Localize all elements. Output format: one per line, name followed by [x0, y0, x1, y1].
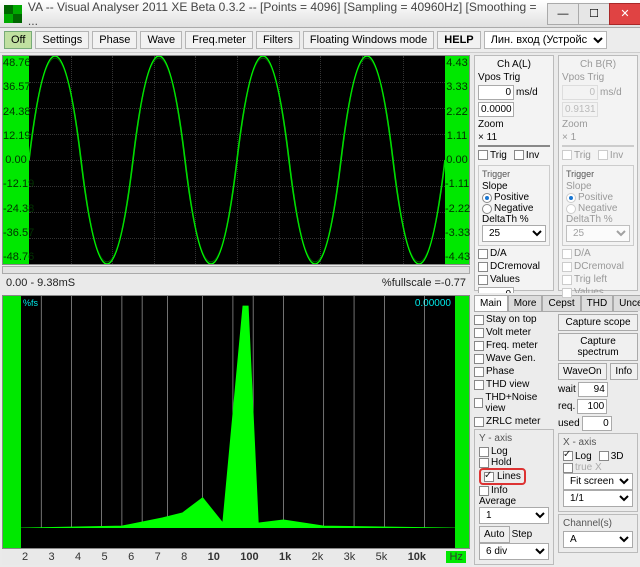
- cha-inv-check[interactable]: [514, 150, 524, 160]
- info-button[interactable]: Info: [610, 363, 638, 380]
- cha-zoom-slider[interactable]: [478, 145, 550, 147]
- scope-canvas[interactable]: [29, 56, 445, 264]
- xaxis-ratio[interactable]: 1/1: [563, 490, 633, 507]
- chb-trig-check: [562, 150, 572, 160]
- spectrum-analyzer: %fs 0.00000: [2, 295, 470, 549]
- tab-thd[interactable]: THD: [581, 295, 614, 311]
- encoding-select[interactable]: Лин. вход (Устройс: [484, 31, 607, 49]
- chk-phase[interactable]: [474, 367, 484, 377]
- spectrum-canvas[interactable]: %fs 0.00000: [21, 296, 455, 548]
- capture-scope-button[interactable]: Capture scope: [558, 314, 638, 331]
- spectrum-left-scale: [3, 296, 21, 548]
- cha-slope-pos[interactable]: [482, 193, 492, 203]
- right-panel: Main More Cepst THD Uncert Stay on top V…: [472, 293, 640, 567]
- yaxis-step[interactable]: 6 div: [479, 543, 549, 560]
- chb-title: Ch B(R): [562, 59, 634, 70]
- chk-freqmeter[interactable]: [474, 341, 484, 351]
- minimize-button[interactable]: —: [547, 3, 579, 25]
- settings-button[interactable]: Settings: [35, 31, 89, 49]
- used-display: [582, 416, 612, 431]
- cha-da[interactable]: [478, 249, 488, 259]
- cha-values[interactable]: [478, 275, 488, 285]
- wave-button[interactable]: Wave: [140, 31, 182, 49]
- chb-slope-pos: [566, 193, 576, 203]
- chk-zrlc[interactable]: [474, 417, 484, 427]
- scope-time-range: 0.00 - 9.38mS: [6, 277, 75, 289]
- yaxis-auto[interactable]: Auto: [479, 526, 510, 543]
- yaxis-lines[interactable]: [484, 472, 494, 482]
- chb-deltathx: 25: [566, 225, 630, 242]
- help-button[interactable]: HELP: [437, 31, 480, 49]
- floating-button[interactable]: Floating Windows mode: [303, 31, 434, 49]
- scope-chB-scale: 4.433.332.221.110.00-1.11-2.22-3.33-4.43: [445, 56, 469, 264]
- xaxis-fit[interactable]: Fit screen: [563, 473, 633, 490]
- spectrum-right-scale: [455, 296, 469, 548]
- cha-msd[interactable]: 0: [478, 85, 514, 100]
- maximize-button[interactable]: ☐: [578, 3, 610, 25]
- chk-voltmeter[interactable]: [474, 328, 484, 338]
- xaxis-3d[interactable]: [599, 451, 609, 461]
- cha-title: Ch A(L): [478, 59, 550, 70]
- tab-more[interactable]: More: [508, 295, 543, 311]
- channels-group: Channel(s) A: [558, 514, 638, 553]
- xaxis-truex[interactable]: [563, 463, 573, 473]
- close-button[interactable]: ✕: [609, 3, 640, 25]
- freqmeter-button[interactable]: Freq.meter: [185, 31, 253, 49]
- chb-slope-neg: [566, 204, 576, 214]
- chb-inv-check: [598, 150, 608, 160]
- channels-select[interactable]: A: [563, 531, 633, 548]
- filters-button[interactable]: Filters: [256, 31, 300, 49]
- tabs: Main More Cepst THD Uncert: [474, 295, 638, 312]
- yaxis-log[interactable]: [479, 447, 489, 457]
- scope-chA-scale: 48.7636.5724.3812.190.00-12.19-24.38-36.…: [3, 56, 29, 264]
- cha-dcremoval[interactable]: [478, 262, 488, 272]
- tab-main[interactable]: Main: [474, 295, 508, 311]
- chk-stayontop[interactable]: [474, 315, 484, 325]
- req-input[interactable]: [577, 399, 607, 414]
- off-button[interactable]: Off: [4, 31, 32, 49]
- titlebar: VA -- Visual Analyser 2011 XE Beta 0.3.2…: [0, 0, 640, 28]
- xaxis-log[interactable]: [563, 451, 573, 461]
- app-icon: [4, 5, 22, 23]
- channel-b-panel: Ch B(R) Vpos Trig 0ms/d 0.9131 Zoom × 1 …: [558, 55, 638, 291]
- yaxis-group: Y - axis Log Hold Lines Info Average 1 A…: [474, 429, 554, 565]
- toolbar: Off Settings Phase Wave Freq.meter Filte…: [0, 28, 640, 53]
- oscilloscope: 48.7636.5724.3812.190.00-12.19-24.38-36.…: [2, 55, 470, 265]
- chb-zoom-slider: [562, 145, 634, 147]
- capture-spectrum-button[interactable]: Capture spectrum: [558, 333, 638, 361]
- yaxis-hold[interactable]: [479, 458, 489, 468]
- waveon-button[interactable]: WaveOn: [558, 363, 607, 380]
- scope-fullscale: %fullscale =-0.77: [382, 277, 466, 289]
- spectrum-axis: 2345678101001k2k3k5k10kHz: [2, 549, 470, 565]
- chk-wavegen[interactable]: [474, 354, 484, 364]
- chk-thdview[interactable]: [474, 380, 484, 390]
- cha-vpos[interactable]: 0.0000: [478, 102, 514, 117]
- yaxis-average[interactable]: 1: [479, 507, 549, 524]
- yaxis-info[interactable]: [479, 486, 489, 496]
- cha-slope-neg[interactable]: [482, 204, 492, 214]
- phase-button[interactable]: Phase: [92, 31, 137, 49]
- chk-thdnoise[interactable]: [474, 398, 483, 408]
- scope-scrollbar[interactable]: [2, 266, 470, 274]
- xaxis-group: X - axis Log 3D true X Fit screen 1/1: [558, 433, 638, 512]
- tab-uncert[interactable]: Uncert: [613, 295, 640, 311]
- channel-a-panel: Ch A(L) Vpos Trig 0ms/d 0.0000 Zoom × 11…: [474, 55, 554, 291]
- window-title: VA -- Visual Analyser 2011 XE Beta 0.3.2…: [28, 0, 547, 28]
- cha-deltathx[interactable]: 25: [482, 225, 546, 242]
- cha-trig-check[interactable]: [478, 150, 488, 160]
- wait-input[interactable]: [578, 382, 608, 397]
